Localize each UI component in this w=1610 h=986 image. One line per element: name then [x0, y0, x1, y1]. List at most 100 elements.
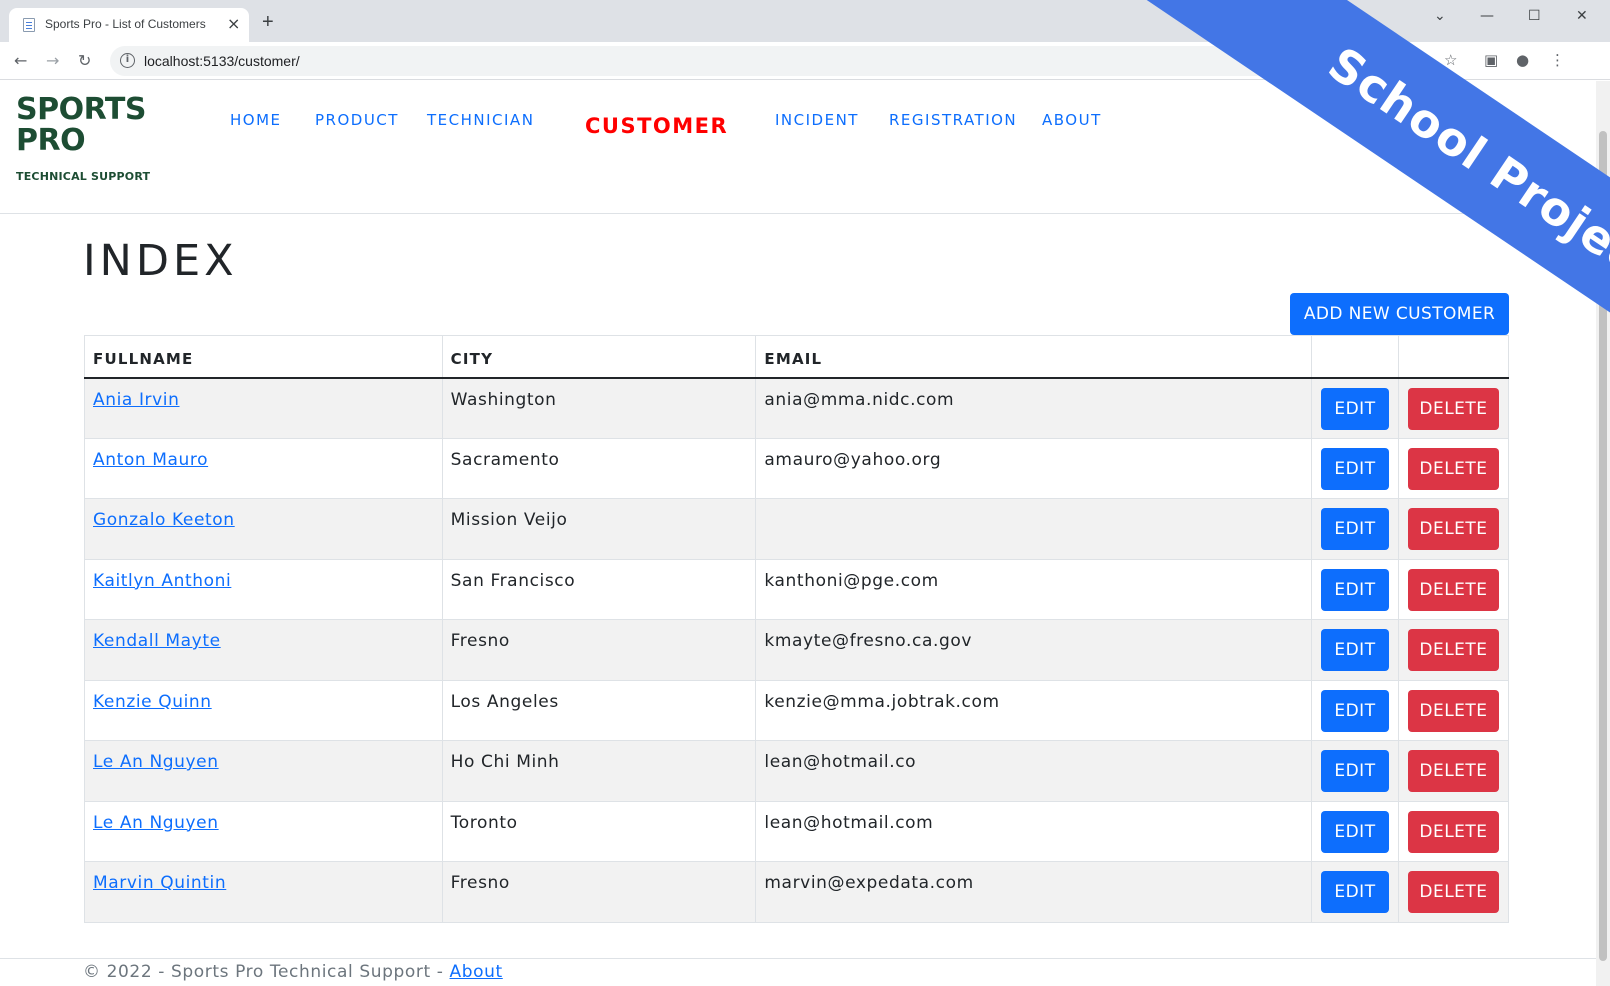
customer-city: Ho Chi Minh: [441, 740, 757, 802]
side-panel-icon[interactable]: ▣: [1484, 51, 1498, 69]
header-edit-column: [1310, 335, 1399, 379]
delete-button[interactable]: DELETE: [1407, 629, 1499, 671]
delete-button[interactable]: DELETE: [1407, 689, 1499, 732]
table-row: Gonzalo Keeton Mission Veijo EDIT DELETE: [84, 498, 1510, 560]
site-header: SPORTS PRO TECHNICAL SUPPORT HOME PRODUC…: [0, 80, 1596, 214]
site-info-icon[interactable]: i: [120, 53, 135, 68]
edit-button[interactable]: EDIT: [1320, 629, 1389, 671]
customer-email: kmayte@fresno.ca.gov: [755, 619, 1312, 681]
edit-button[interactable]: EDIT: [1320, 871, 1389, 913]
customer-name-link[interactable]: Anton Mauro: [93, 450, 208, 470]
customer-email: lean@hotmail.co: [755, 740, 1312, 802]
page-title: INDEX: [83, 236, 238, 286]
back-arrow-icon[interactable]: ←: [14, 51, 27, 71]
customer-city: Sacramento: [441, 437, 757, 499]
table-row: Le An Nguyen Ho Chi Minh lean@hotmail.co…: [84, 740, 1510, 802]
url-text[interactable]: localhost:5133/customer/: [144, 53, 300, 69]
customer-name-link[interactable]: Le An Nguyen: [93, 752, 219, 772]
maximize-icon[interactable]: ☐: [1528, 8, 1541, 24]
edit-button[interactable]: EDIT: [1320, 387, 1389, 430]
header-city: CITY: [441, 335, 757, 379]
table-row: Kenzie Quinn Los Angeles kenzie@mma.jobt…: [84, 679, 1510, 741]
browser-tab[interactable]: Sports Pro - List of Customers ×: [9, 8, 249, 42]
nav-technician[interactable]: TECHNICIAN: [427, 111, 534, 129]
customer-city: Fresno: [441, 619, 757, 681]
customer-email: lean@hotmail.com: [755, 800, 1312, 862]
header-email: EMAIL: [755, 335, 1312, 379]
customer-city: San Francisco: [441, 558, 757, 620]
page-scrollbar[interactable]: [1596, 81, 1610, 986]
sports-pro-logo[interactable]: SPORTS PRO TECHNICAL SUPPORT: [16, 94, 150, 183]
footer-about-link[interactable]: About: [450, 962, 503, 982]
customer-city: Washington: [441, 377, 757, 439]
table-row: Anton Mauro Sacramento amauro@yahoo.org …: [84, 437, 1510, 499]
customer-name-link[interactable]: Gonzalo Keeton: [93, 510, 235, 530]
delete-button[interactable]: DELETE: [1407, 810, 1499, 853]
customer-name-link[interactable]: Kaitlyn Anthoni: [93, 571, 231, 591]
add-new-customer-button[interactable]: ADD NEW CUSTOMER: [1290, 293, 1509, 335]
scrollbar-thumb[interactable]: [1599, 131, 1607, 961]
tab-title: Sports Pro - List of Customers: [45, 17, 206, 31]
customer-email: kenzie@mma.jobtrak.com: [755, 679, 1312, 741]
page-favicon-icon: [23, 18, 35, 32]
customer-city: Toronto: [441, 800, 757, 862]
bookmark-star-icon[interactable]: ☆: [1444, 51, 1457, 69]
nav-registration[interactable]: REGISTRATION: [889, 111, 1017, 129]
minimize-icon[interactable]: —: [1480, 8, 1494, 24]
delete-button[interactable]: DELETE: [1407, 568, 1499, 611]
new-tab-icon[interactable]: +: [262, 12, 274, 32]
customer-city: Los Angeles: [441, 679, 757, 741]
delete-button[interactable]: DELETE: [1407, 750, 1499, 792]
customer-name-link[interactable]: Ania Irvin: [93, 390, 180, 410]
window-close-icon[interactable]: ✕: [1576, 8, 1588, 24]
nav-about[interactable]: ABOUT: [1042, 111, 1102, 129]
address-bar[interactable]: i localhost:5133/customer/: [110, 46, 1400, 76]
delete-button[interactable]: DELETE: [1407, 508, 1499, 550]
delete-button[interactable]: DELETE: [1407, 387, 1499, 430]
edit-button[interactable]: EDIT: [1320, 568, 1389, 611]
header-fullname: FULLNAME: [84, 335, 443, 379]
profile-avatar-icon[interactable]: ●: [1516, 51, 1529, 69]
customer-email: [755, 498, 1312, 560]
table-row: Kaitlyn Anthoni San Francisco kanthoni@p…: [84, 558, 1510, 620]
footer-text: © 2022 - Sports Pro Technical Support - …: [83, 962, 503, 982]
table-row: Ania Irvin Washington ania@mma.nidc.com …: [84, 377, 1510, 439]
table-header-row: FULLNAME CITY EMAIL: [84, 335, 1510, 379]
tab-search-chevron-icon[interactable]: ⌄: [1434, 8, 1446, 24]
nav-customer[interactable]: CUSTOMER: [585, 114, 728, 138]
customer-email: ania@mma.nidc.com: [755, 377, 1312, 439]
logo-tagline: TECHNICAL SUPPORT: [16, 170, 151, 183]
delete-button[interactable]: DELETE: [1407, 447, 1499, 490]
browser-menu-icon[interactable]: ⋮: [1550, 51, 1565, 69]
table-row: Kendall Mayte Fresno kmayte@fresno.ca.go…: [84, 619, 1510, 681]
customer-city: Fresno: [441, 861, 757, 923]
forward-arrow-icon[interactable]: →: [46, 51, 59, 71]
browser-toolbar: ← → ↻ i localhost:5133/customer/ ⇪ ☆ ▣ ●…: [0, 42, 1610, 80]
customer-name-link[interactable]: Le An Nguyen: [93, 813, 219, 833]
logo-line-1: SPORTS: [16, 92, 146, 127]
customer-name-link[interactable]: Kendall Mayte: [93, 631, 221, 651]
footer-copyright: © 2022 - Sports Pro Technical Support -: [83, 962, 450, 982]
customer-city: Mission Veijo: [441, 498, 757, 560]
customer-email: kanthoni@pge.com: [755, 558, 1312, 620]
nav-home[interactable]: HOME: [230, 111, 282, 129]
edit-button[interactable]: EDIT: [1320, 810, 1389, 853]
customer-name-link[interactable]: Marvin Quintin: [93, 873, 226, 893]
edit-button[interactable]: EDIT: [1320, 689, 1389, 732]
share-icon[interactable]: ⇪: [1412, 51, 1425, 69]
page-footer: © 2022 - Sports Pro Technical Support - …: [0, 958, 1596, 986]
browser-tab-strip: Sports Pro - List of Customers × + ⌄ — ☐…: [0, 0, 1610, 42]
customer-email: amauro@yahoo.org: [755, 437, 1312, 499]
delete-button[interactable]: DELETE: [1407, 871, 1499, 913]
customer-email: marvin@expedata.com: [755, 861, 1312, 923]
customer-table: FULLNAME CITY EMAIL Ania Irvin Washingto…: [84, 335, 1510, 923]
reload-icon[interactable]: ↻: [78, 51, 91, 71]
nav-product[interactable]: PRODUCT: [315, 111, 399, 129]
edit-button[interactable]: EDIT: [1320, 508, 1389, 550]
header-delete-column: [1397, 335, 1510, 379]
edit-button[interactable]: EDIT: [1320, 447, 1389, 490]
tab-close-icon[interactable]: ×: [227, 14, 240, 34]
edit-button[interactable]: EDIT: [1320, 750, 1389, 792]
nav-incident[interactable]: INCIDENT: [775, 111, 859, 129]
customer-name-link[interactable]: Kenzie Quinn: [93, 692, 212, 712]
